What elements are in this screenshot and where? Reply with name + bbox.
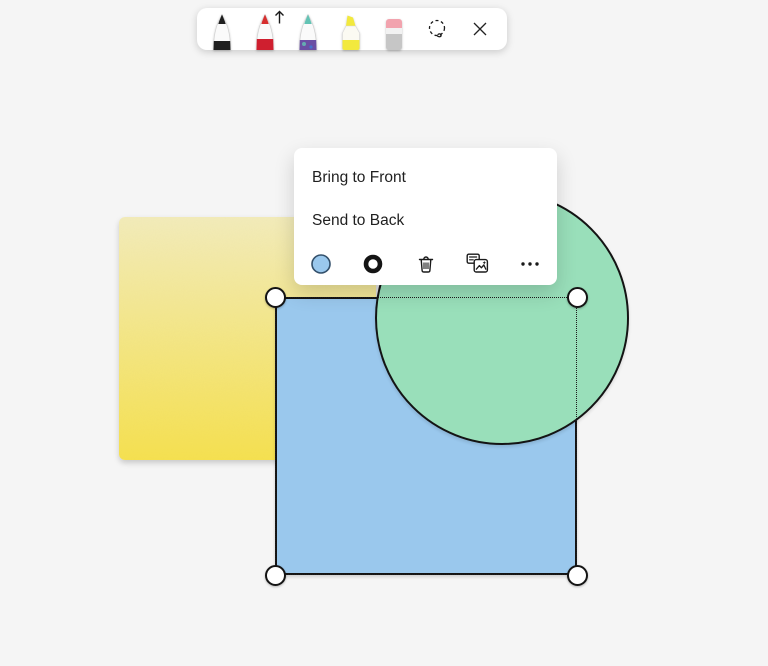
selection-handle-top-right[interactable] [567, 287, 588, 308]
tool-highlighter[interactable] [338, 8, 364, 50]
lasso-select-button[interactable] [424, 8, 450, 50]
menu-item-bring-to-front[interactable]: Bring to Front [294, 156, 557, 199]
delete-icon [416, 254, 436, 274]
more-options-icon [519, 253, 541, 275]
selection-handle-bottom-right[interactable] [567, 565, 588, 586]
pen-toolbar [197, 8, 507, 50]
tool-galaxy-pen[interactable] [295, 8, 321, 50]
tool-red-pen[interactable] [252, 8, 278, 50]
more-options-button[interactable] [518, 252, 542, 276]
context-menu-actions [294, 242, 557, 285]
close-icon [470, 19, 490, 39]
black-pen-icon [209, 14, 235, 50]
delete-button[interactable] [414, 252, 438, 276]
highlighter-icon [338, 14, 364, 50]
canvas[interactable]: Bring to Front Send to Back [0, 0, 768, 666]
active-pen-arrow-icon [273, 9, 286, 25]
selection-handle-top-left[interactable] [265, 287, 286, 308]
copy-as-image-button[interactable] [466, 252, 490, 276]
shape-context-menu: Bring to Front Send to Back [294, 148, 557, 285]
menu-item-send-to-back[interactable]: Send to Back [294, 199, 557, 242]
outline-color-button[interactable] [361, 252, 385, 276]
close-toolbar-button[interactable] [467, 8, 493, 50]
eraser-icon [381, 14, 407, 50]
selection-handle-bottom-left[interactable] [265, 565, 286, 586]
outline-color-icon [362, 253, 384, 275]
fill-color-icon [310, 253, 332, 275]
fill-color-button[interactable] [309, 252, 333, 276]
tool-black-pen[interactable] [209, 8, 235, 50]
lasso-select-icon [426, 18, 448, 40]
galaxy-pen-icon [295, 14, 321, 50]
tool-eraser[interactable] [381, 8, 407, 50]
copy-as-image-icon [466, 253, 489, 274]
